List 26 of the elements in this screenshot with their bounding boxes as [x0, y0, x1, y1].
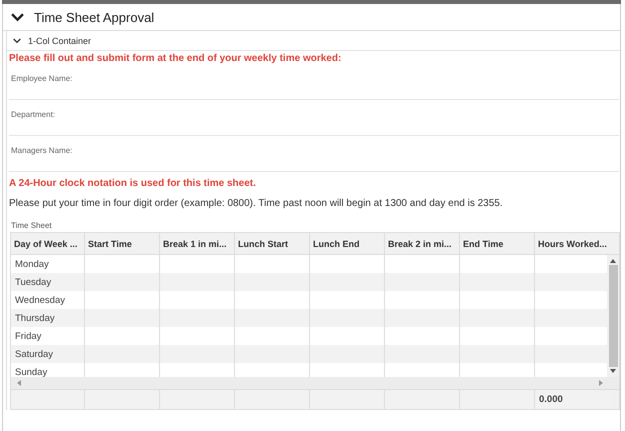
chevron-icon[interactable] — [11, 12, 24, 22]
table-label: Time Sheet — [11, 221, 53, 230]
table-cell: Thursday — [11, 309, 85, 327]
total-cell-text: 0.000 — [538, 393, 564, 407]
column-header[interactable]: Hours Worked... — [535, 233, 610, 254]
column-header[interactable]: Break 1 in mi... — [160, 233, 235, 254]
scroll-down-icon[interactable] — [610, 369, 616, 373]
scroll-up-icon[interactable] — [610, 259, 616, 263]
instructions-text: Please put your time in four digit order (example: 0800). Time past noon will begin at 1300 and day end is 2355. — [9, 198, 504, 209]
column-header[interactable]: Lunch End — [310, 233, 385, 254]
container-title: 1-Col Container — [28, 36, 92, 46]
panel-title: Time Sheet Approval — [34, 10, 154, 24]
column-header[interactable]: End Time — [460, 233, 535, 254]
column-header[interactable]: Break 2 in mi... — [385, 233, 460, 254]
column-header[interactable]: Start Time — [85, 233, 160, 254]
intro-text: Please fill out and submit form at the end of your weekly time worked: — [9, 53, 342, 64]
input-field[interactable]: Managers Name: — [9, 136, 619, 172]
vertical-scrollbar[interactable] — [607, 255, 619, 377]
table-cell: Tuesday — [11, 273, 85, 291]
column-header[interactable]: Lunch Start — [235, 233, 310, 254]
chevron-icon[interactable] — [13, 38, 21, 44]
input-field[interactable]: Department: — [9, 100, 619, 136]
column-header[interactable]: Day of Week ... — [11, 233, 85, 254]
notice-text: A 24-Hour clock notation is used for this time sheet. — [9, 178, 257, 189]
input-field[interactable]: Employee Name: — [9, 64, 619, 100]
table-cell: Saturday — [11, 345, 85, 363]
